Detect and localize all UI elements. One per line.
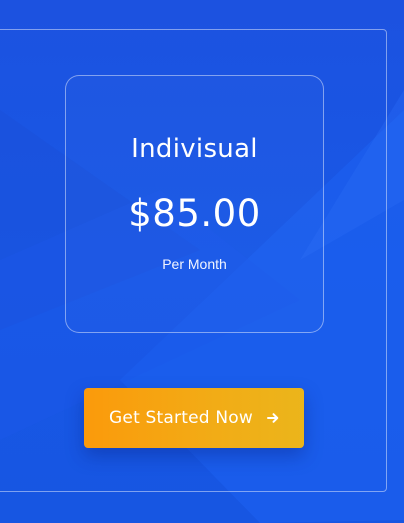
plan-name: Indivisual [131, 134, 258, 164]
pricing-card: Indivisual $85.00 Per Month [65, 75, 324, 333]
get-started-label: Get Started Now [109, 408, 253, 428]
arrow-right-icon [266, 412, 279, 424]
plan-price: $85.00 [128, 192, 261, 235]
plan-period: Per Month [162, 256, 227, 272]
get-started-button[interactable]: Get Started Now [84, 388, 304, 448]
